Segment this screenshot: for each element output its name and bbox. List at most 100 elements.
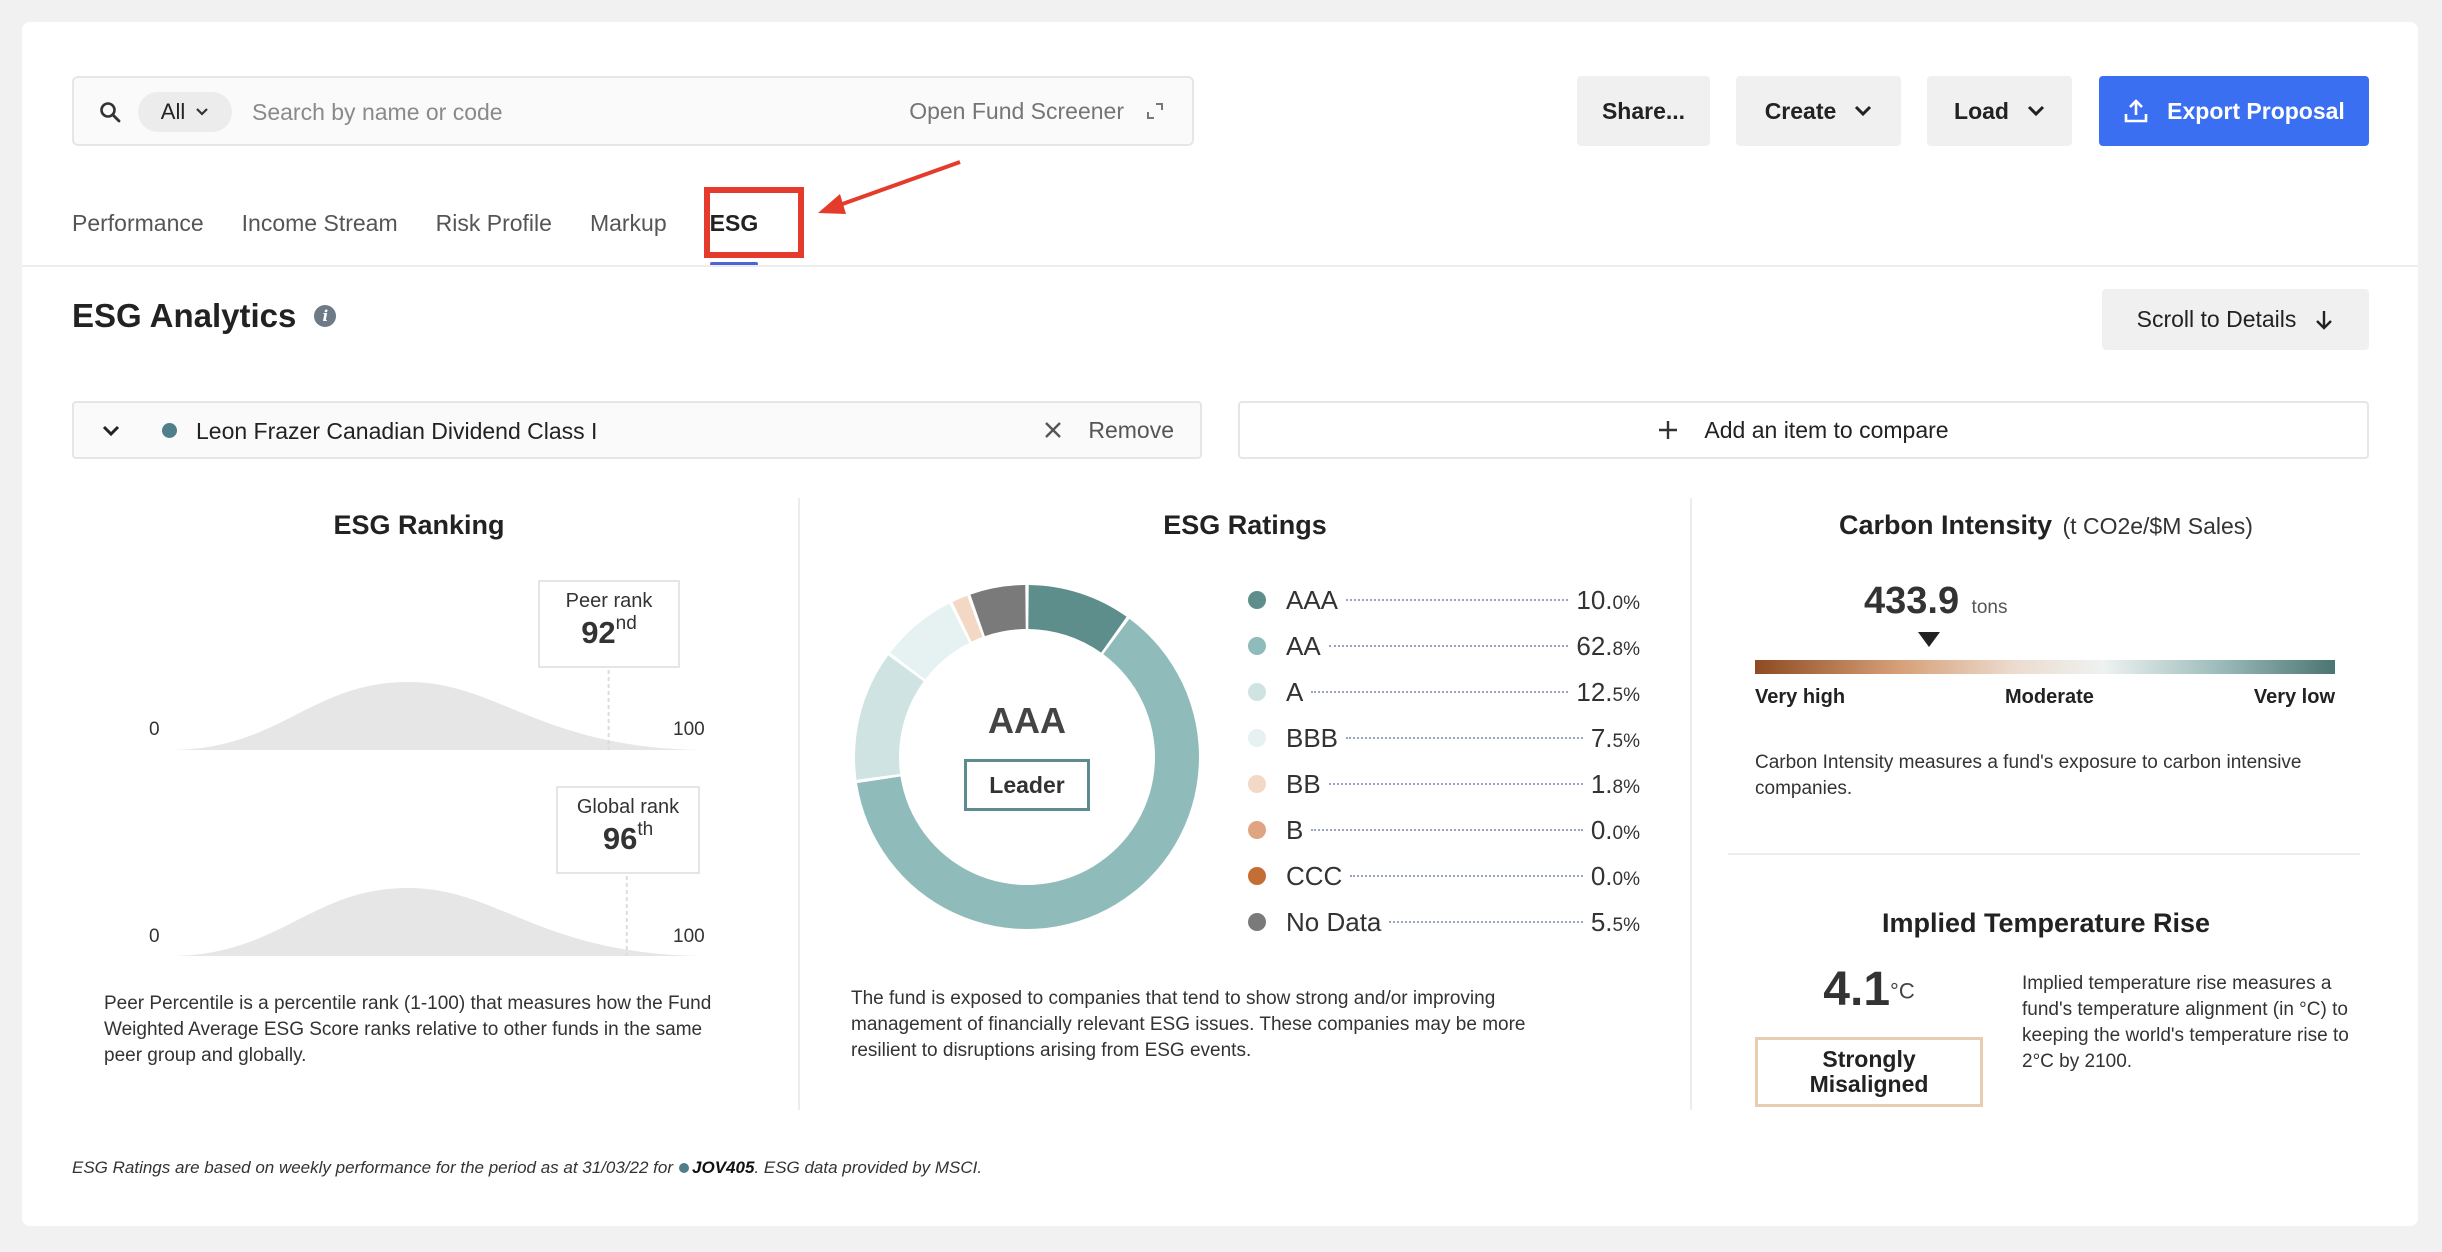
chevron-down-icon[interactable] — [102, 418, 120, 442]
legend-leader-line — [1311, 691, 1569, 693]
export-proposal-label: Export Proposal — [2167, 97, 2345, 124]
legend-value: 0.0% — [1591, 861, 1640, 892]
selected-fund-name: Leon Frazer Canadian Dividend Class I — [196, 418, 598, 444]
search-icon[interactable] — [98, 100, 122, 129]
peer-rank-suffix: nd — [615, 613, 637, 634]
legend-value: 1.8% — [1591, 769, 1640, 800]
peer-rank-value: 92nd — [540, 613, 678, 651]
arrow-down-icon — [2316, 310, 2333, 330]
chevron-down-icon — [1855, 105, 1872, 117]
remove-label: Remove — [1088, 416, 1174, 443]
share-label: Share... — [1601, 97, 1686, 124]
carbon-value: 433.9 — [1864, 580, 1960, 622]
legend-label: AA — [1286, 630, 1321, 661]
legend-leader-line — [1346, 737, 1583, 739]
info-icon[interactable]: i — [314, 305, 337, 327]
ratings-legend: AAA 10.0% AA 62.8% A 12.5% BBB 7.5% BB 1.8% B 0.0% C… — [1248, 577, 1640, 945]
legend-leader-line — [1346, 599, 1569, 601]
share-button[interactable]: Share... — [1577, 76, 1710, 146]
tab-performance[interactable]: Performance — [72, 190, 204, 266]
legend-value: 10.0% — [1576, 585, 1640, 616]
esg-ratings-title: ESG Ratings — [1163, 510, 1327, 540]
carbon-unit: (t CO2e/$M Sales) — [2062, 513, 2253, 539]
carbon-label-very-high: Very high — [1755, 686, 1846, 708]
fund-selector: Leon Frazer Canadian Dividend Class I Re… — [72, 401, 1202, 459]
legend-value-main: 62. — [1576, 630, 1613, 661]
carbon-value-unit: tons — [1971, 597, 2008, 618]
legend-value: 5.5% — [1591, 907, 1640, 938]
carbon-divider — [1728, 853, 2360, 855]
search-scope-label: All — [160, 99, 186, 124]
legend-value-decimals: 0% — [1612, 592, 1640, 614]
legend-value-decimals: 0% — [1612, 868, 1640, 890]
remove-fund-button[interactable]: Remove — [1044, 403, 1174, 457]
global-rank-label: Global rank — [576, 796, 680, 818]
create-label: Create — [1764, 97, 1837, 124]
tab-risk-profile[interactable]: Risk Profile — [436, 190, 552, 266]
legend-value: 7.5% — [1591, 723, 1640, 754]
legend-dot — [1248, 775, 1266, 793]
legend-dot — [1248, 867, 1266, 885]
add-compare-button[interactable]: Add an item to compare — [1238, 401, 2369, 459]
legend-leader-line — [1350, 875, 1583, 877]
legend-row-aaa: AAA 10.0% — [1248, 577, 1640, 623]
footnote-fund-code: JOV405 — [692, 1158, 755, 1177]
donut-slice-a — [855, 655, 924, 780]
legend-label: A — [1286, 676, 1304, 707]
temperature-unit: °C — [1890, 978, 1915, 1004]
fund-color-dot — [162, 423, 177, 438]
global-rank-value: 96th — [558, 819, 698, 857]
footnote: ESG Ratings are based on weekly performa… — [72, 1158, 982, 1178]
legend-row-bbb: BBB 7.5% — [1248, 715, 1640, 761]
peer-rank-box: Peer rank 92nd — [538, 580, 680, 668]
legend-row-a: A 12.5% — [1248, 669, 1640, 715]
legend-row-no-data: No Data 5.5% — [1248, 899, 1640, 945]
expand-icon — [1147, 103, 1163, 119]
carbon-scale-bar — [1755, 660, 2335, 674]
legend-value-main: 10. — [1576, 584, 1613, 615]
ranking-description: Peer Percentile is a percentile rank (1-… — [104, 993, 712, 1066]
fund-color-dot — [679, 1163, 690, 1173]
global-rank-suffix: th — [637, 819, 654, 840]
export-proposal-button[interactable]: Export Proposal — [2099, 76, 2369, 146]
legend-value-decimals: 5% — [1612, 914, 1640, 936]
create-button[interactable]: Create — [1736, 76, 1901, 146]
global-rank-box: Global rank 96th — [556, 786, 700, 874]
legend-leader-line — [1328, 645, 1569, 647]
global-rank-distribution — [170, 876, 710, 956]
legend-label: No Data — [1286, 906, 1382, 937]
tab-divider — [22, 265, 2418, 267]
tab-income-stream[interactable]: Income Stream — [242, 190, 398, 266]
tab-markup[interactable]: Markup — [590, 190, 667, 266]
footnote-suffix: . ESG data provided by MSCI. — [754, 1158, 983, 1177]
carbon-label-very-low: Very low — [2253, 686, 2335, 708]
search-bar: All Open Fund Screener — [72, 76, 1194, 146]
open-fund-screener-link[interactable]: Open Fund Screener — [909, 78, 1164, 144]
load-button[interactable]: Load — [1927, 76, 2072, 146]
overall-rating: AAA — [988, 700, 1066, 741]
search-input[interactable] — [252, 88, 802, 136]
page-title-text: ESG Analytics — [72, 297, 297, 334]
scroll-to-details-button[interactable]: Scroll to Details — [2102, 289, 2369, 350]
carbon-header: Carbon Intensity (t CO2e/$M Sales) — [1712, 510, 2380, 541]
rating-category-badge: Leader — [964, 759, 1090, 811]
legend-value-decimals: 0% — [1612, 822, 1640, 844]
legend-leader-line — [1389, 921, 1583, 923]
peer-axis-max: 100 — [673, 719, 705, 740]
annotation-arrow-icon — [818, 160, 961, 214]
legend-label: B — [1286, 814, 1304, 845]
legend-value-main: 0. — [1590, 814, 1613, 845]
tab-bar: Performance Income Stream Risk Profile M… — [72, 190, 796, 266]
legend-value-main: 0. — [1590, 860, 1613, 891]
footnote-prefix: ESG Ratings are based on weekly performa… — [72, 1158, 674, 1177]
carbon-title: Carbon Intensity — [1839, 510, 2053, 540]
legend-dot — [1248, 637, 1266, 655]
legend-leader-line — [1311, 829, 1583, 831]
legend-label: BB — [1286, 768, 1321, 799]
legend-dot — [1248, 591, 1266, 609]
search-scope-dropdown[interactable]: All — [138, 92, 232, 132]
peer-rank-number: 92 — [581, 615, 616, 650]
legend-row-ccc: CCC 0.0% — [1248, 853, 1640, 899]
ratings-description: The fund is exposed to companies that te… — [851, 988, 1526, 1061]
upload-icon — [2124, 99, 2148, 123]
